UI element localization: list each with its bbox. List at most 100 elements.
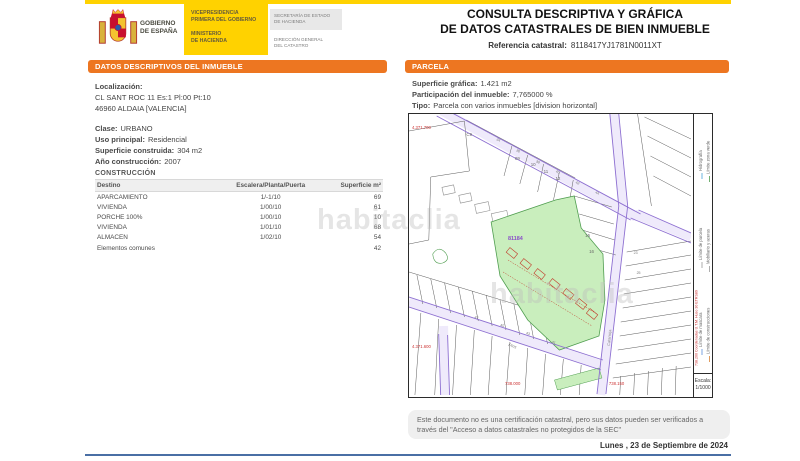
field-superficie-grafica: Superficie gráfica:1.421 m2 <box>412 79 512 88</box>
referencia-catastral: Referencia catastral:8118417YJ1781N0011X… <box>420 41 730 50</box>
house-number: 23 <box>634 251 638 255</box>
cell-superficie: 42 <box>325 243 383 253</box>
cell-destino: PORCHE 100% <box>95 212 216 222</box>
field-localizacion-label: Localización: <box>95 82 146 91</box>
parcel-id-label: 81184 <box>508 236 524 242</box>
scale-value: 1/1000 <box>694 385 712 392</box>
title-line-1: CONSULTA DESCRIPTIVA Y GRÁFICA <box>420 7 730 22</box>
gov-direccion-general: DIRECCIÓN GENERAL DEL CATASTRO <box>274 37 323 49</box>
right-panel-header: PARCELA <box>405 60 729 73</box>
legend-limite-parcela: Límite de parcela <box>698 227 703 260</box>
coord-top-left: 4.371.700 <box>412 125 432 130</box>
tipo-label: Tipo: <box>412 101 430 110</box>
cell-epp: 1/00/10 <box>216 202 325 212</box>
cell-destino: Elementos comunes <box>95 243 216 253</box>
field-participacion: Participación del inmueble:7,765000 % <box>412 90 553 99</box>
cell-superficie: 68 <box>325 223 383 233</box>
parcel-label: 12 <box>555 176 560 181</box>
dept2-line2: DE HACIENDA <box>191 38 268 45</box>
cell-superficie: 10 <box>325 212 383 222</box>
address-line-2: 46960 ALDAIA [VALENCIA] <box>95 104 187 113</box>
title-line-2: DE DATOS CATASTRALES DE BIEN INMUEBLE <box>420 22 730 37</box>
uso-value: Residencial <box>148 135 187 144</box>
legend-labels: Hidrografía Límite zona verde Límite de … <box>694 114 713 372</box>
field-clase: Clase:URBANO <box>95 124 153 133</box>
house-number: 25 <box>637 271 641 275</box>
bottom-blue-line <box>85 454 731 456</box>
coord-bottom-1: 738.000 <box>505 381 521 386</box>
green-zone-blob <box>433 249 448 263</box>
parcel-label: 15 <box>585 233 590 238</box>
gov-name-line1: GOBIERNO <box>140 20 177 28</box>
cell-epp: 1/00/10 <box>216 212 325 222</box>
gov-name: GOBIERNO DE ESPAÑA <box>140 20 177 36</box>
legend-hidrografia: Hidrografía <box>698 150 703 171</box>
dir-line2: DEL CATASTRO <box>274 43 323 49</box>
superficie-value: 304 m2 <box>177 146 202 155</box>
address-line-1: CL SANT ROC 11 Es:1 Pl:00 Pt:10 <box>95 93 211 102</box>
parcel-label: C9 <box>466 132 472 137</box>
cadastral-document: GOBIERNO DE ESPAÑA VICEPRESIDENCIA PRIME… <box>85 0 731 458</box>
cell-epp: 1/-1/10 <box>216 192 325 203</box>
construccion-title: CONSTRUCCIÓN <box>95 170 156 177</box>
gov-name-line2: DE ESPAÑA <box>140 28 177 36</box>
field-uso: Uso principal:Residencial <box>95 135 187 144</box>
yellow-top-bar <box>85 0 731 4</box>
table-row: PORCHE 100%1/00/1010 <box>95 212 383 222</box>
anio-label: Año construcción: <box>95 157 161 166</box>
localizacion-label: Localización: <box>95 82 143 91</box>
sec-line2: DE HACIENDA <box>274 19 342 25</box>
legend-zona-verde: Límite zona verde <box>706 140 711 174</box>
cadastral-map-box: 4.371.700 4.371.600 738.000 738.150 8118… <box>408 113 713 398</box>
col-destino: Destino <box>95 180 216 192</box>
parcel-label: 11 <box>544 169 549 174</box>
green-zone-strip <box>554 368 601 390</box>
dept1-line2: PRIMERA DEL GOBIERNO <box>191 17 268 24</box>
gov-secretaria-gray-box: SECRETARÍA DE ESTADO DE HACIENDA <box>270 9 342 30</box>
construccion-table: Destino Escalera/Planta/Puerta Superfici… <box>95 179 383 253</box>
legend-limite-mascara: Límite de mascara <box>698 312 703 347</box>
superficie-label: Superficie construida: <box>95 146 174 155</box>
cell-superficie: 54 <box>325 233 383 243</box>
parcel-label: 16 <box>589 249 594 254</box>
legend-mobiliario: Mobiliario y aceras <box>706 229 711 264</box>
cell-destino: ALMACEN <box>95 233 216 243</box>
col-superficie: Superficie m² <box>325 180 383 192</box>
gov-department-yellow-box: VICEPRESIDENCIA PRIMERA DEL GOBIERNO MIN… <box>184 4 268 55</box>
scale-box: Escala: 1/1000 <box>694 373 712 397</box>
sup-grafica-value: 1.421 m2 <box>480 79 511 88</box>
left-panel-header: DATOS DESCRIPTIVOS DEL INMUEBLE <box>88 60 387 73</box>
spain-coat-of-arms-icon <box>98 8 138 53</box>
parcel-label: 09 <box>515 156 520 161</box>
participacion-label: Participación del inmueble: <box>412 90 510 99</box>
document-date: Lunes , 23 de Septiembre de 2024 <box>600 441 728 450</box>
table-row: Elementos comunes 42 <box>95 243 383 253</box>
table-row: ALMACEN1/02/1054 <box>95 233 383 243</box>
cell-destino: VIVIENDA <box>95 202 216 212</box>
clase-label: Clase: <box>95 124 118 133</box>
cell-epp: 1/02/10 <box>216 233 325 243</box>
building-outlines <box>442 185 509 224</box>
cell-destino: APARCAMIENTO <box>95 192 216 203</box>
map-legend: Hidrografía Límite zona verde Límite de … <box>693 114 712 397</box>
ref-value: 8118417YJ1781N0011XT <box>571 41 662 50</box>
scale-label: Escala: <box>694 378 712 385</box>
clase-value: URBANO <box>121 124 153 133</box>
highlighted-parcel <box>491 196 605 350</box>
field-superficie: Superficie construida:304 m2 <box>95 146 202 155</box>
cell-superficie: 69 <box>325 192 383 203</box>
legend-items: Hidrografía Límite zona verde Límite de … <box>698 140 711 354</box>
cadastral-map: 4.371.700 4.371.600 738.000 738.150 8118… <box>409 114 691 396</box>
table-row: APARCAMIENTO1/-1/1069 <box>95 192 383 203</box>
participacion-value: 7,765000 % <box>513 90 553 99</box>
table-row: VIVIENDA1/00/1061 <box>95 202 383 212</box>
table-row: VIVIENDA1/01/1068 <box>95 223 383 233</box>
gov-dept-1: VICEPRESIDENCIA PRIMERA DEL GOBIERNO <box>191 10 268 23</box>
anio-value: 2007 <box>164 157 181 166</box>
cell-epp: 1/01/10 <box>216 223 325 233</box>
cell-epp <box>216 243 325 253</box>
col-escalera: Escalera/Planta/Puerta <box>216 180 325 192</box>
gov-dept-2: MINISTERIO DE HACIENDA <box>191 31 268 44</box>
cell-destino: VIVIENDA <box>95 223 216 233</box>
cell-superficie: 61 <box>325 202 383 212</box>
